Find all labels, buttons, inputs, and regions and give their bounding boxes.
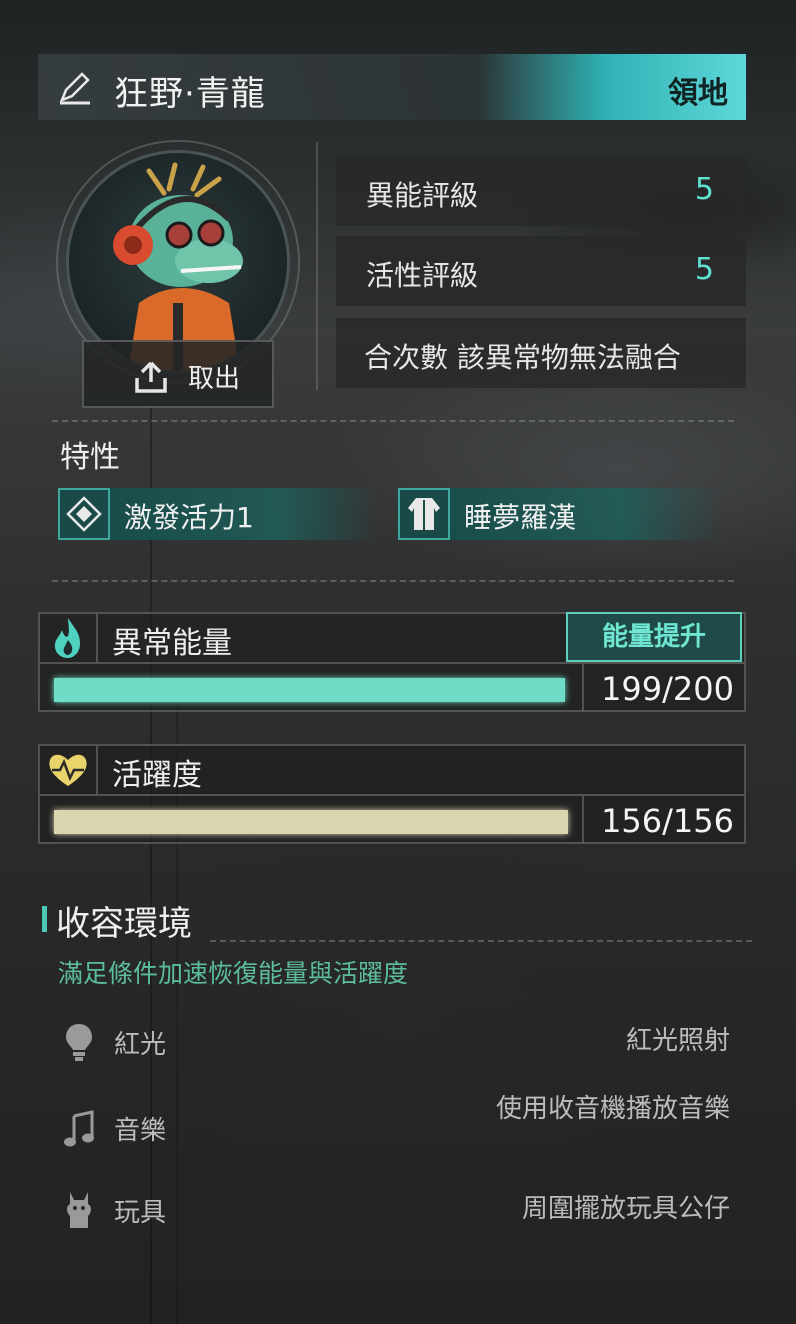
music-note-icon (64, 1110, 94, 1147)
take-out-label: 取出 (188, 364, 241, 394)
environment-requirement: 使用收音機播放音樂 (495, 1094, 730, 1124)
environment-label: 音樂 (114, 1116, 167, 1146)
take-out-button[interactable]: 取出 (82, 340, 274, 408)
vitality-bar-fill (54, 810, 568, 834)
energy-bar-track (54, 678, 568, 702)
section-marker (42, 906, 47, 932)
vitality-bar-track (54, 810, 568, 834)
energy-title: 異常能量 (112, 626, 232, 661)
environment-row: 玩具 周圍擺放玩具公仔 (56, 1182, 736, 1242)
vitality-header: 活躍度 (40, 746, 744, 796)
diamond-icon (58, 488, 110, 540)
trait-label: 激發活力1 (124, 501, 254, 534)
ability-rating-row: 異能評級 5 (336, 156, 746, 226)
ability-rating-label: 異能評級 (366, 179, 479, 212)
creature-name: 狂野·青龍 (114, 74, 266, 114)
upload-icon (135, 361, 167, 393)
environment-requirement: 周圍擺放玩具公仔 (521, 1194, 730, 1224)
dashed-divider (52, 420, 734, 422)
energy-value-cell: 199/200 (582, 664, 744, 712)
edit-pencil-icon[interactable] (56, 70, 92, 106)
fusion-count-row: 合次數 該異常物無法融合 (336, 318, 746, 388)
energy-bar-fill (54, 678, 566, 702)
environment-subtitle: 滿足條件加速恢復能量與活躍度 (58, 959, 409, 988)
environment-title: 收容環境 (56, 904, 192, 944)
heart-pulse-icon (40, 746, 98, 794)
environment-row: 紅光 紅光照射 (56, 1014, 736, 1074)
divider (316, 142, 318, 390)
environment-row: 音樂 使用收音機播放音樂 (56, 1094, 736, 1174)
lightbulb-icon (66, 1024, 92, 1061)
trait-chip[interactable]: 激發活力1 (58, 488, 378, 540)
fusion-count-text: 合次數 該異常物無法融合 (364, 341, 681, 374)
dashed-divider (52, 580, 734, 582)
trait-label: 睡夢羅漢 (464, 501, 577, 534)
environment-requirement: 紅光照射 (625, 1026, 730, 1056)
energy-header: 異常能量 能量提升 (40, 612, 744, 664)
vitality-panel: 活躍度 156/156 (38, 744, 746, 844)
traits-title: 特性 (60, 440, 120, 475)
robe-icon (398, 488, 450, 540)
activity-rating-row: 活性評級 5 (336, 236, 746, 306)
energy-value: 199/200 (601, 670, 734, 708)
vitality-value: 156/156 (601, 802, 734, 840)
dashed-divider (210, 940, 752, 942)
activity-rating-label: 活性評級 (366, 259, 479, 292)
vitality-title: 活躍度 (112, 758, 202, 793)
energy-upgrade-button[interactable]: 能量提升 (566, 612, 742, 662)
ability-rating-value: 5 (694, 172, 714, 207)
environment-label: 紅光 (114, 1030, 167, 1060)
flame-icon (40, 614, 98, 662)
toy-llama-icon (67, 1192, 91, 1228)
activity-rating-value: 5 (694, 252, 714, 287)
vitality-value-cell: 156/156 (582, 796, 744, 844)
trait-chip[interactable]: 睡夢羅漢 (398, 488, 718, 540)
energy-panel: 異常能量 能量提升 199/200 (38, 612, 746, 712)
territory-label[interactable]: 領地 (668, 68, 728, 112)
environment-label: 玩具 (114, 1198, 167, 1228)
creature-header: 狂野·青龍 領地 (38, 54, 746, 120)
